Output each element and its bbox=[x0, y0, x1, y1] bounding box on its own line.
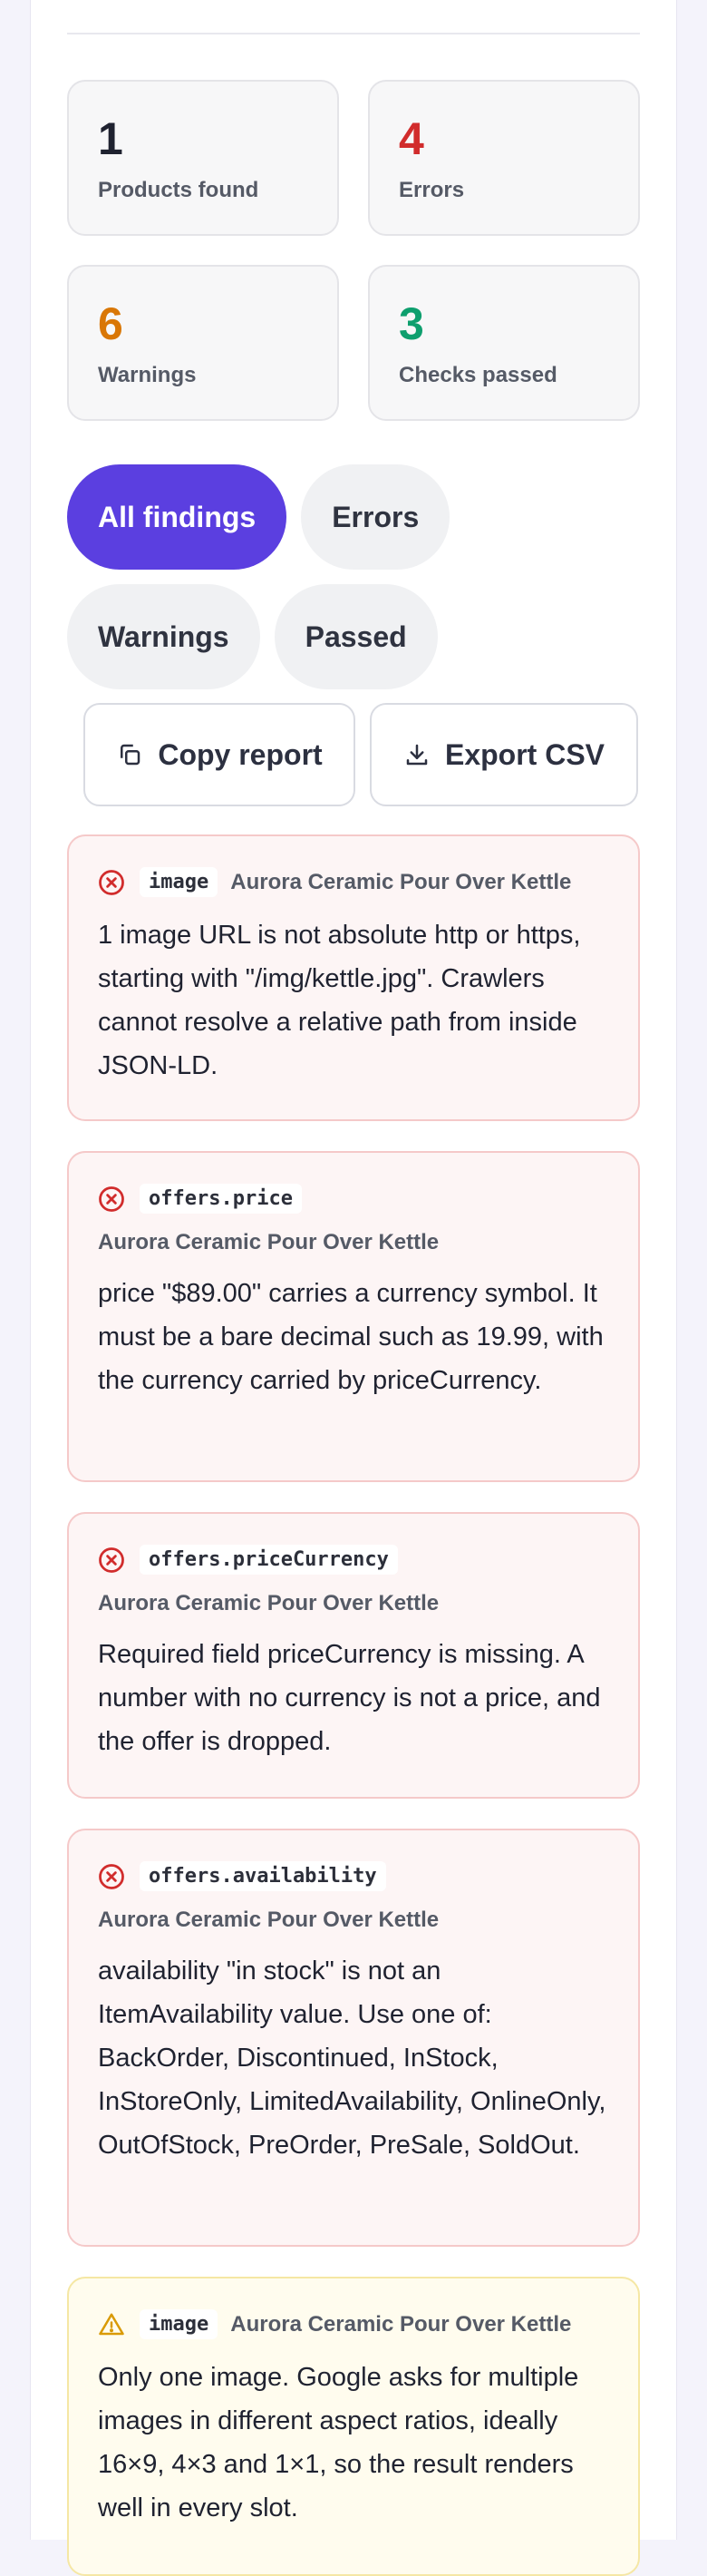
filter-tabs: All findings Errors Warnings Passed bbox=[67, 464, 647, 689]
finding-product: Aurora Ceramic Pour Over Kettle bbox=[98, 1591, 440, 1615]
finding-card: image Aurora Ceramic Pour Over Kettle 1 … bbox=[67, 834, 640, 1121]
finding-card: offers.price Aurora Ceramic Pour Over Ke… bbox=[67, 1151, 640, 1482]
filter-errors[interactable]: Errors bbox=[301, 464, 450, 570]
section-divider bbox=[67, 33, 640, 34]
filter-passed[interactable]: Passed bbox=[274, 584, 438, 689]
stat-label: Warnings bbox=[98, 363, 197, 387]
finding-header: image Aurora Ceramic Pour Over Kettle bbox=[98, 2309, 609, 2339]
stat-label: Errors bbox=[399, 178, 465, 202]
stat-value: 4 bbox=[399, 113, 424, 164]
finding-product: Aurora Ceramic Pour Over Kettle bbox=[98, 1230, 440, 1254]
filter-warnings[interactable]: Warnings bbox=[67, 584, 260, 689]
summary-stats: 1 Products found 4 Errors 6 Warnings 3 C… bbox=[67, 80, 640, 421]
export-csv-label: Export CSV bbox=[444, 737, 605, 771]
finding-message: Only one image. Google asks for multiple… bbox=[98, 2363, 579, 2522]
stat-label: Checks passed bbox=[399, 363, 557, 387]
finding-card: offers.availability Aurora Ceramic Pour … bbox=[67, 1829, 640, 2247]
report-actions: Copy report Export CSV bbox=[83, 703, 638, 806]
finding-product: Aurora Ceramic Pour Over Kettle bbox=[230, 869, 572, 894]
stat-checks-passed: 3 Checks passed bbox=[368, 265, 640, 421]
download-icon bbox=[406, 744, 428, 766]
error-circle-icon bbox=[99, 1863, 124, 1889]
finding-product: Aurora Ceramic Pour Over Kettle bbox=[98, 1908, 440, 1932]
finding-field: offers.price bbox=[140, 1184, 302, 1214]
stat-value: 6 bbox=[98, 298, 123, 349]
finding-message: availability "in stock" is not an ItemAv… bbox=[98, 1956, 606, 2160]
finding-field: offers.availability bbox=[140, 1861, 386, 1891]
finding-header: offers.price bbox=[98, 1184, 609, 1214]
finding-product: Aurora Ceramic Pour Over Kettle bbox=[230, 2311, 572, 2337]
error-circle-icon bbox=[99, 1547, 124, 1573]
copy-icon bbox=[121, 744, 140, 766]
finding-message: 1 image URL is not absolute http or http… bbox=[98, 921, 581, 1080]
finding-field: offers.priceCurrency bbox=[140, 1545, 398, 1575]
finding-header: offers.priceCurrency bbox=[98, 1545, 609, 1575]
stat-products-found: 1 Products found bbox=[67, 80, 339, 236]
copy-report-button[interactable]: Copy report bbox=[83, 703, 355, 806]
finding-header: offers.availability bbox=[98, 1861, 609, 1891]
warning-triangle-icon bbox=[99, 2313, 124, 2335]
finding-message: price "$89.00" carries a currency symbol… bbox=[98, 1279, 604, 1395]
error-circle-icon bbox=[99, 1186, 124, 1212]
finding-field: image bbox=[140, 867, 218, 897]
error-circle-icon bbox=[99, 869, 124, 895]
finding-field: image bbox=[140, 2309, 218, 2339]
stat-errors: 4 Errors bbox=[368, 80, 640, 236]
filter-all-findings[interactable]: All findings bbox=[67, 464, 287, 570]
copy-report-label: Copy report bbox=[158, 737, 323, 771]
stat-value: 1 bbox=[98, 113, 123, 164]
finding-header: image Aurora Ceramic Pour Over Kettle bbox=[98, 867, 609, 897]
finding-card: offers.priceCurrency Aurora Ceramic Pour… bbox=[67, 1512, 640, 1799]
stat-value: 3 bbox=[399, 298, 424, 349]
export-csv-button[interactable]: Export CSV bbox=[370, 703, 638, 806]
stat-warnings: 6 Warnings bbox=[67, 265, 339, 421]
finding-message: Required field priceCurrency is missing.… bbox=[98, 1640, 601, 1756]
finding-card: image Aurora Ceramic Pour Over Kettle On… bbox=[67, 2277, 640, 2576]
stat-label: Products found bbox=[98, 178, 259, 202]
